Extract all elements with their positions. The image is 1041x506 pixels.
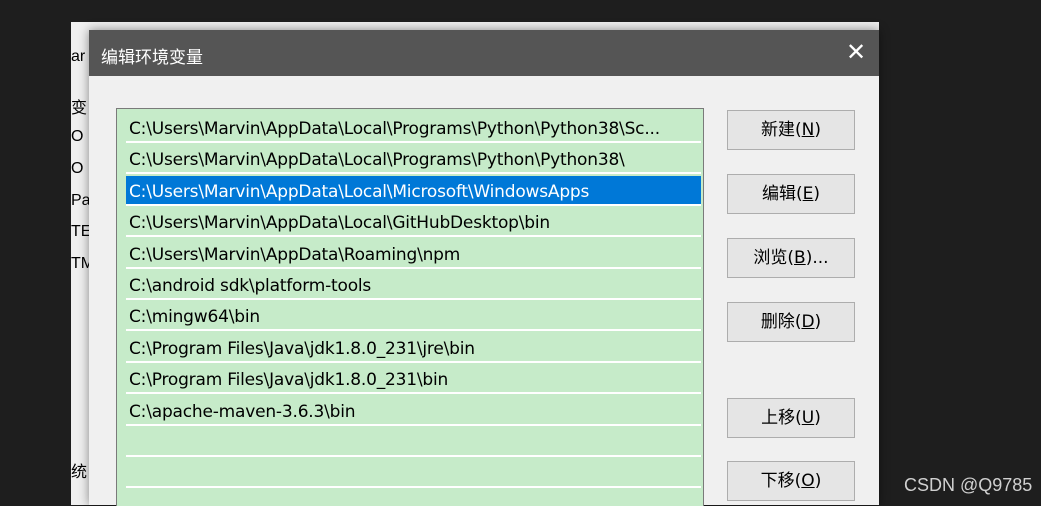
path-list-item[interactable]: C:\Users\Marvin\AppData\Local\GitHubDesk…	[126, 207, 701, 238]
new-button[interactable]: 新建(N)	[727, 110, 855, 150]
background-label: Pa	[71, 192, 91, 209]
move-up-button[interactable]: 上移(U)	[727, 398, 855, 438]
dialog-titlebar[interactable]: 编辑环境变量 ✕	[89, 30, 879, 76]
path-list-item[interactable]: C:\Program Files\Java\jdk1.8.0_231\jre\b…	[126, 333, 701, 363]
background-label: ar	[71, 48, 86, 65]
path-list-item[interactable]: C:\apache-maven-3.6.3\bin	[126, 396, 701, 426]
watermark: CSDN @Q9785	[904, 475, 1033, 495]
path-list[interactable]: C:\Users\Marvin\AppData\Local\Programs\P…	[116, 108, 704, 506]
path-list-item[interactable]: C:\Users\Marvin\AppData\Roaming\npm	[126, 239, 701, 269]
background-label: 统	[71, 464, 88, 481]
path-list-item[interactable]	[126, 458, 701, 489]
edit-button[interactable]: 编辑(E)	[727, 174, 855, 214]
path-list-item-text: C:\Program Files\Java\jdk1.8.0_231\bin	[129, 370, 449, 391]
path-list-item-text: C:\android sdk\platform-tools	[129, 276, 372, 296]
path-list-item-text: C:\mingw64\bin	[129, 307, 260, 328]
path-list-item[interactable]: C:\Users\Marvin\AppData\Local\Microsoft\…	[126, 175, 701, 206]
path-list-item-text: C:\apache-maven-3.6.3\bin	[129, 401, 356, 422]
browse-button[interactable]: 浏览(B)...	[727, 238, 855, 278]
path-list-item-text: C:\Program Files\Java\jdk1.8.0_231\jre\b…	[129, 338, 475, 359]
background-label: O	[71, 160, 84, 177]
path-list-item[interactable]: C:\android sdk\platform-tools	[126, 270, 701, 300]
path-list-item-text: C:\Users\Marvin\AppData\Local\Programs\P…	[129, 119, 660, 139]
edit-env-variable-dialog: 编辑环境变量 ✕ C:\Users\Marvin\AppData\Local\P…	[89, 30, 879, 506]
path-list-item-text: C:\Users\Marvin\AppData\Local\Programs\P…	[129, 150, 625, 171]
background-label: 变	[71, 100, 88, 117]
path-list-item-text: C:\Users\Marvin\AppData\Local\GitHubDesk…	[129, 213, 550, 234]
move-down-button[interactable]: 下移(O)	[727, 461, 855, 501]
dialog-title: 编辑环境变量	[101, 48, 203, 68]
path-list-item-text: C:\Users\Marvin\AppData\Roaming\npm	[129, 244, 461, 265]
path-list-item[interactable]	[126, 427, 701, 457]
path-list-item[interactable]	[126, 490, 701, 506]
path-list-item-text: C:\Users\Marvin\AppData\Local\Microsoft\…	[129, 181, 590, 202]
path-list-item[interactable]: C:\Program Files\Java\jdk1.8.0_231\bin	[126, 364, 701, 395]
close-icon[interactable]: ✕	[839, 36, 873, 70]
path-list-item[interactable]: C:\Users\Marvin\AppData\Local\Programs\P…	[126, 144, 701, 175]
path-list-item[interactable]: C:\mingw64\bin	[126, 301, 701, 332]
delete-button[interactable]: 删除(D)	[727, 302, 855, 342]
background-label: O	[71, 128, 84, 145]
path-list-item[interactable]: C:\Users\Marvin\AppData\Local\Programs\P…	[126, 113, 701, 143]
